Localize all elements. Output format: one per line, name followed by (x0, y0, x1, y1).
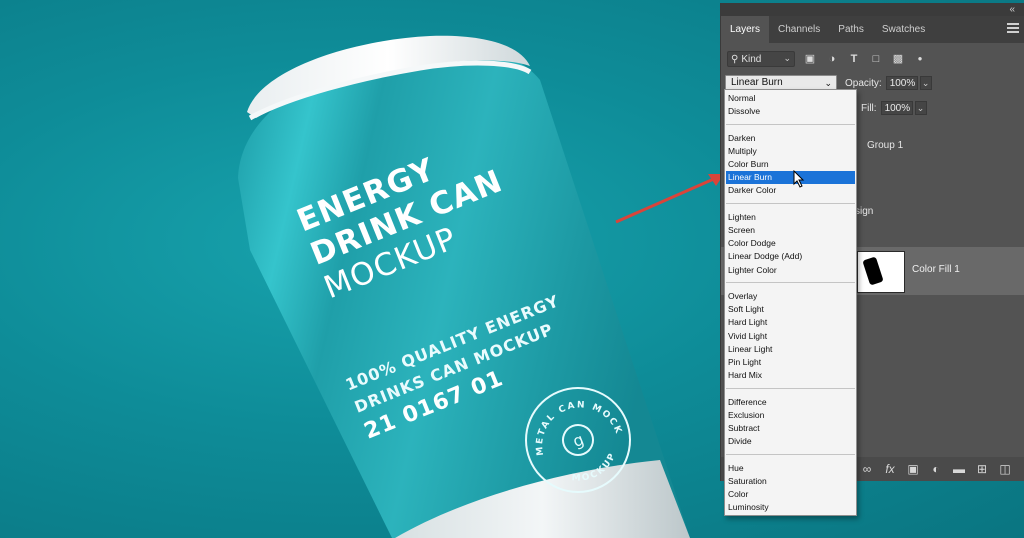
dropdown-separator (726, 282, 855, 284)
blend-option-difference[interactable]: Difference (726, 396, 855, 409)
red-arrow-annotation (615, 174, 724, 224)
double-chevron-icon[interactable]: « (1009, 3, 1015, 16)
blend-option-divide[interactable]: Divide (726, 435, 855, 448)
blend-option-screen[interactable]: Screen (726, 224, 855, 237)
blend-option-lighter-color[interactable]: Lighter Color (726, 264, 855, 277)
layer-name-group: Group 1 (867, 140, 904, 151)
blend-option-lighten[interactable]: Lighten (726, 211, 855, 224)
blend-option-soft-light[interactable]: Soft Light (726, 303, 855, 316)
blend-option-linear-dodge-add[interactable]: Linear Dodge (Add) (726, 250, 855, 263)
dropdown-separator (726, 454, 855, 455)
dropdown-separator (726, 388, 855, 389)
blend-option-overlay[interactable]: Overlay (726, 290, 855, 303)
fill-label: Fill: (861, 102, 877, 114)
tab-paths[interactable]: Paths (829, 16, 873, 43)
panel-menu-icon[interactable] (1007, 23, 1019, 33)
blend-option-hue[interactable]: Hue (726, 462, 855, 475)
chevron-down-icon: ⌄ (783, 53, 791, 63)
blend-option-vivid-light[interactable]: Vivid Light (726, 330, 855, 343)
can-body (238, 45, 690, 538)
kind-filter-select[interactable]: ⚲ Kind ⌄ (727, 51, 795, 67)
new-layer-icon[interactable]: ⊞ (976, 463, 988, 475)
trash-icon[interactable]: ◫ (999, 463, 1011, 475)
blend-option-exclusion[interactable]: Exclusion (726, 409, 855, 422)
blend-option-color-dodge[interactable]: Color Dodge (726, 237, 855, 250)
tab-layers[interactable]: Layers (721, 16, 770, 43)
image-filter-icon[interactable]: ▣ (803, 52, 817, 66)
dropdown-separator (726, 124, 855, 125)
smart-object-filter-icon[interactable]: ▩ (891, 52, 905, 66)
blend-option-subtract[interactable]: Subtract (726, 422, 855, 435)
opacity-input[interactable]: 100% (885, 76, 918, 90)
layer-mask-thumbnail[interactable] (857, 251, 905, 293)
folder-icon[interactable]: ▬ (953, 463, 965, 475)
fx-icon[interactable]: fx (884, 463, 896, 475)
layer-name-design-partial: sign (855, 206, 874, 217)
panel-tabs: Layers Channels Paths Swatches (721, 16, 1024, 43)
mask-shape (862, 256, 884, 286)
blend-option-darken[interactable]: Darken (726, 132, 855, 145)
blend-option-multiply[interactable]: Multiply (726, 145, 855, 158)
fill-row: Fill: 100% ⌄ (861, 100, 927, 116)
fill-input[interactable]: 100% (880, 101, 913, 115)
opacity-label: Opacity: (845, 77, 882, 89)
blend-option-color[interactable]: Color (726, 488, 855, 501)
blend-option-linear-burn[interactable]: Linear Burn (726, 171, 855, 185)
chevron-down-icon: ⌄ (824, 78, 832, 88)
opacity-chevron-icon[interactable]: ⌄ (919, 76, 932, 90)
panel-topbar: « (721, 3, 1024, 16)
dropdown-separator (726, 203, 855, 205)
blend-option-luminosity[interactable]: Luminosity (726, 501, 855, 514)
filter-toggle-icon[interactable]: ● (913, 52, 927, 66)
mask-icon[interactable]: ▣ (907, 463, 919, 475)
adjustment-filter-icon[interactable]: ◑ (825, 52, 839, 66)
blend-option-hard-mix[interactable]: Hard Mix (726, 369, 855, 382)
blend-option-pin-light[interactable]: Pin Light (726, 356, 855, 369)
mouse-cursor-icon (793, 170, 805, 188)
search-icon: ⚲ (731, 53, 739, 65)
kind-label: Kind (741, 53, 762, 65)
layer-name-color-fill: Color Fill 1 (912, 264, 960, 275)
adjustment-icon[interactable]: ◐ (930, 463, 942, 475)
blend-option-dissolve[interactable]: Dissolve (726, 105, 855, 118)
shape-filter-icon[interactable]: □ (869, 52, 883, 66)
blend-mode-dropdown: Normal Dissolve Darken Multiply Color Burn Li… (724, 89, 857, 516)
tab-channels[interactable]: Channels (769, 16, 829, 43)
link-icon[interactable]: ∞ (861, 463, 873, 475)
blend-option-hard-light[interactable]: Hard Light (726, 316, 855, 329)
blend-mode-value: Linear Burn (731, 77, 783, 88)
tab-swatches[interactable]: Swatches (873, 16, 934, 43)
blend-option-darker-color[interactable]: Darker Color (726, 184, 855, 197)
blend-option-normal[interactable]: Normal (726, 92, 855, 105)
blend-option-color-burn[interactable]: Color Burn (726, 158, 855, 171)
blend-option-linear-light[interactable]: Linear Light (726, 343, 855, 356)
layer-filter-row: ⚲ Kind ⌄ ▣ ◑ T □ ▩ ● (727, 50, 927, 68)
blend-option-saturation[interactable]: Saturation (726, 475, 855, 488)
fill-chevron-icon[interactable]: ⌄ (914, 101, 927, 115)
type-filter-icon[interactable]: T (847, 52, 861, 66)
